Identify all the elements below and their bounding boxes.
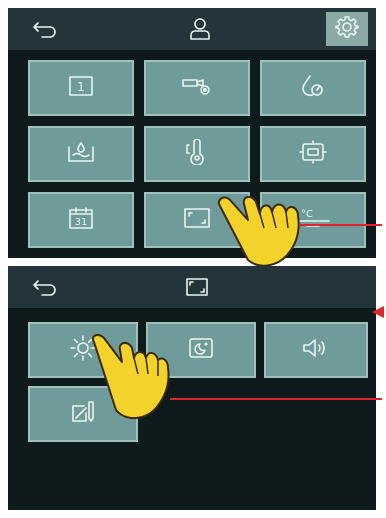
settings-button[interactable] (326, 12, 368, 46)
main-settings-screen: 1 31 °C (8, 8, 376, 258)
callout-arrow (170, 398, 382, 400)
door-unit-icon: 1 (68, 75, 94, 101)
top-bar (8, 8, 376, 50)
red-arrowhead-icon (370, 304, 386, 324)
volume-icon (301, 337, 331, 363)
back-arrow-icon[interactable] (30, 274, 60, 300)
water-level-icon (67, 141, 95, 167)
tile-door-unit[interactable]: 1 (28, 60, 134, 116)
tile-water-level[interactable] (28, 126, 134, 182)
gear-icon (335, 15, 359, 43)
tile-calendar[interactable]: 31 (28, 192, 134, 248)
svg-text:31: 31 (75, 217, 88, 228)
pointer-hand-icon (214, 188, 310, 276)
water-drop-gauge-icon (300, 74, 326, 102)
callout-arrow (300, 224, 382, 226)
user-icon[interactable] (184, 15, 216, 43)
screen-frame-icon (182, 274, 212, 300)
screen-frame-icon (183, 207, 211, 233)
display-frame-icon (299, 140, 327, 168)
pointer-hand-icon (86, 332, 172, 428)
camera-settings-icon (181, 75, 213, 101)
tile-camera-settings[interactable] (144, 60, 250, 116)
tile-volume[interactable] (264, 322, 368, 378)
tile-thermometer[interactable] (144, 126, 250, 182)
back-arrow-icon[interactable] (30, 16, 60, 42)
top-bar (8, 266, 376, 308)
svg-text:1: 1 (77, 80, 85, 94)
thermometer-icon (184, 138, 210, 169)
tile-water-gauge[interactable] (260, 60, 366, 116)
calendar-icon: 31 (68, 206, 94, 234)
night-mode-icon (188, 337, 214, 363)
display-settings-screen (8, 266, 376, 510)
tile-display-frame[interactable] (260, 126, 366, 182)
